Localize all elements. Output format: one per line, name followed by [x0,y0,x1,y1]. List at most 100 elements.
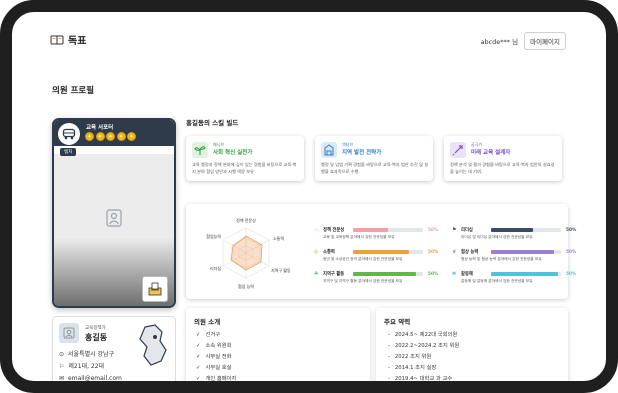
bullet-icon: - [388,354,390,360]
radar-label: 협업 능력 [238,283,254,289]
skill-name: 지역 발전 전략가 [342,150,382,156]
flag-icon: ⚐ [59,363,65,370]
check-icon: ✓ [196,365,201,371]
metric-description: 교육 및 교육정책 분야에서 강한 전문성을 보유 [323,235,395,239]
bullet-icon: - [388,343,390,349]
radar-label: 정책 전문성 [236,217,256,223]
page-title: 의원 프로필 [52,86,95,96]
history-title: 주요 약력 [384,318,411,326]
metric-description: 지역구 및 지역구 활동 분야에서 강한 전문성을 보유 [323,279,403,283]
building-icon [321,142,337,158]
skill-description: 교육 행정과 정책 분야에 깊이 있는 경험을 바탕으로 교육·복지 분야 협업… [192,162,297,174]
list-item: -2019.4~ 대학교 과 교수 [388,374,459,385]
history-list: -2024.5~ 제22대 국회의원 -2022.2~2024.2 조지 위원 … [388,330,459,385]
profile-role: 교육정책가 [85,326,106,331]
intro-panel: 의원 소개 ✓ 선거구 ✓ 소속 위원회 ✓ 사무실 전화 ✓ 사무실 호실 ✓ 개인 홈… [186,308,370,393]
profile-box: 교육정책가 홍길동 ⊙ 서울특별시 강남구 ⚐ 제21대, 22대 ✉ emai… [52,316,176,393]
metric-bar [353,250,423,254]
bus-icon [58,123,80,145]
coin-icon: ✦ [116,132,126,141]
list-item: -2014.1 조지 실장 [388,363,459,374]
card-category: 교육 서포터 [86,125,114,131]
bullet-icon: - [388,365,390,371]
metric-percent: 50% [566,249,577,255]
metric-row: ⚑ 리더십 50% 리더십 및 리더십 분야에서 강한 전문성을 보유 [452,226,580,248]
card-badge: 멤치 [60,148,77,156]
metric-percent: 50% [566,227,577,233]
metric-row: ☘ 지역구 활동 50% 지역구 및 지역구 활동 분야에서 강한 전문성을 보유 [314,270,442,292]
list-item-label: 사무실 호실 [205,365,232,371]
coin-row: ✦ ✦ ✦ ✦ ✦ [85,132,136,141]
logo-text: 독표 [68,36,87,47]
location-row: ⊙ 서울특별시 강남구 [59,349,122,361]
skill-card-ultimate: 궁극기 미래 교육 설계자 정책 분석 및 평가 경험을 바탕으로 교육·복지 … [444,136,562,181]
user-name: abcde*** 님 [480,38,519,46]
profile-name: 홍길동 [85,333,108,342]
metric-head: ✺ 갈등해 50% [452,270,580,278]
list-item-label: 2024.5~ 제22대 국회의원 [394,332,458,338]
skill-name: 사회 혁신 실천가 [213,150,253,156]
user-area: abcde*** 님 마이페이지 [480,32,566,50]
term-row: ⚐ 제21대, 22대 [59,361,122,373]
avatar [59,323,79,343]
list-item: ✓ 선거구 [196,330,236,341]
metric-row: ▭ 정책 전문성 50% 교육 및 교육정책 분야에서 강한 전문성을 보유 [314,226,442,248]
metric-percent: 50% [428,271,439,277]
card-photo [54,154,174,306]
person-placeholder-icon [106,209,122,227]
metric-icon: ▭ [314,227,319,233]
district-map-icon [139,324,167,366]
metric-bar-fill [353,250,409,254]
check-icon: ✓ [196,343,201,349]
radar-label: 지역구 활동 [271,267,291,273]
list-item: -2024.5~ 제22대 국회의원 [388,330,459,341]
bullet-icon: - [388,332,390,338]
metric-bar [353,228,423,232]
list-item: -2022.2~2024.2 조지 위원 [388,341,459,352]
metric-name: 정책 전문성 [323,228,345,233]
metric-head: ☘ 지역구 활동 50% [314,270,442,278]
check-icon: ✓ [196,354,201,360]
rocket-icon [450,142,466,158]
metric-name: 소통력 [323,250,335,255]
metric-percent: 50% [428,249,439,255]
metric-percent: 50% [566,271,577,277]
app-logo[interactable]: 독표 [50,32,86,47]
coin-icon: ✦ [127,132,136,141]
metric-name: 리더십 [461,228,473,233]
radar-label: 리더십 [210,265,221,271]
radar-label: 소통력 [273,235,284,241]
metric-name: 협상 능력 [461,250,479,255]
metric-head: ▭ 정책 전문성 50% [314,226,442,234]
list-item-label: 2022.2~2024.2 조지 위원 [394,343,460,349]
history-panel: 주요 약력 -2024.5~ 제22대 국회의원 -2022.2~2024.2 … [376,308,568,393]
card-header: 교육 서포터 ✦ ✦ ✦ ✦ ✦ [54,120,174,146]
coin-icon: ✦ [95,132,105,141]
metric-description: 리더십 및 리더십 분야에서 강한 전문성을 보유 [461,235,533,239]
check-icon: ✓ [196,332,201,338]
list-item-label: 개인 홈페이지 [205,376,237,382]
intro-list: ✓ 선거구 ✓ 소속 위원회 ✓ 사무실 전화 ✓ 사무실 호실 ✓ 개인 홈페이지 [196,330,236,385]
profile-email[interactable]: email@email.com [68,373,122,385]
metric-row: ◎ 소통력 50% 청년 및 소상공인 등의 분야에서 강한 전문성을 보유 [314,248,442,270]
email-row: ✉ email@email.com [59,373,122,385]
metric-bar-fill [491,228,533,232]
metric-description: 협상 능력 및 협상 능력 분야에서 강한 전문성을 보유 [461,257,542,261]
skills-title: 홍길동의 스킬 빌드 [186,119,239,127]
coin-icon: ✦ [85,132,94,141]
skill-description: 행정 및 입법 기획 경험을 바탕으로 교육·복지 법안 추진 및 실행을 효과… [321,162,429,174]
list-item-label: 2022 조지 위원 [394,354,432,360]
list-item-label: 2014.1 조지 실장 [394,365,437,371]
book-icon [50,35,64,45]
skill-description: 정책 분석 및 평가 경험을 바탕으로 교육·복지 법안의 실효성을 높이는 데… [450,162,555,174]
profile-location: 서울특별시 강남구 [68,351,115,358]
mail-icon: ✉ [59,375,65,382]
radar-label: 협업능력 [206,233,221,239]
mypage-button[interactable]: 마이페이지 [524,32,566,50]
metric-icon: ✺ [452,271,457,277]
person-icon [63,327,75,339]
list-item: -2022 조지 위원 [388,352,459,363]
metric-description: 청년 및 소상공인 등의 분야에서 강한 전문성을 보유 [323,257,403,261]
metric-icon: ♛ [452,249,457,255]
metric-bar-fill [353,228,388,232]
